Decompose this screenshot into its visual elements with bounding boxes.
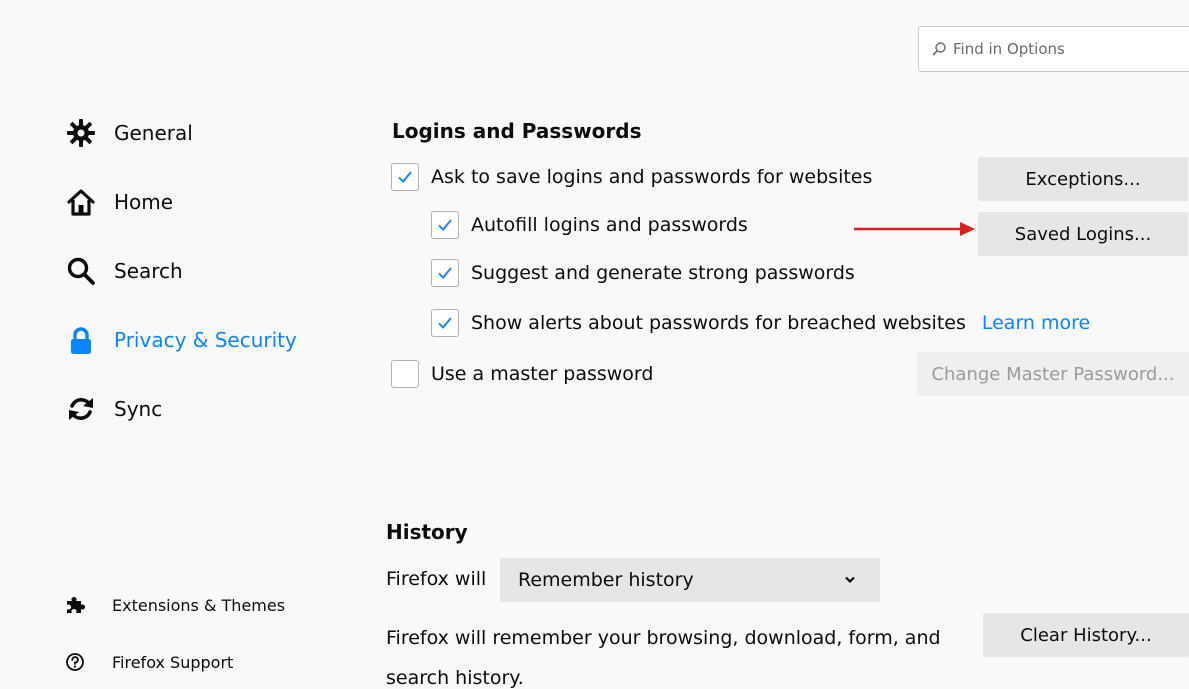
- sidebar-item-label: Extensions & Themes: [112, 595, 286, 615]
- red-arrow-annotation: [854, 222, 975, 236]
- sidebar-item-label: Home: [114, 190, 174, 214]
- sidebar-item-label: Privacy & Security: [114, 328, 297, 352]
- checkmark-icon: [438, 317, 452, 329]
- checkmark-icon: [438, 219, 452, 231]
- suggest-passwords-option: Suggest and generate strong passwords: [431, 259, 855, 287]
- history-section-title: History: [386, 520, 468, 544]
- checkmark-icon: [398, 171, 412, 183]
- master-password-label: Use a master password: [431, 363, 654, 385]
- sidebar-item-search[interactable]: Search: [64, 256, 183, 286]
- sidebar-item-firefox-support[interactable]: Firefox Support: [64, 651, 233, 673]
- exceptions-button[interactable]: Exceptions...: [978, 157, 1188, 201]
- checkmark-icon: [438, 267, 452, 279]
- firefox-will-label: Firefox will: [386, 568, 487, 590]
- sidebar-item-privacy-security[interactable]: Privacy & Security: [64, 325, 297, 355]
- suggest-passwords-label: Suggest and generate strong passwords: [471, 262, 855, 284]
- find-in-options-box[interactable]: [918, 26, 1189, 72]
- history-mode-value: Remember history: [518, 569, 694, 591]
- logins-section-title: Logins and Passwords: [392, 119, 642, 143]
- sidebar-item-label: Firefox Support: [112, 652, 234, 672]
- autofill-label: Autofill logins and passwords: [471, 214, 748, 236]
- master-password-option: Use a master password: [391, 360, 653, 388]
- options-page: General Home Search Privacy & Se: [0, 0, 1189, 689]
- gear-icon: [64, 118, 98, 148]
- help-icon: [64, 651, 86, 673]
- change-master-password-button[interactable]: Change Master Password...: [917, 352, 1189, 396]
- lock-icon: [64, 325, 98, 355]
- history-description: Firefox will remember your browsing, dow…: [386, 627, 941, 689]
- firefox-will-row: Firefox will: [386, 568, 486, 590]
- chevron-down-icon: [845, 576, 855, 584]
- autofill-checkbox[interactable]: [431, 211, 459, 239]
- sync-icon: [64, 394, 98, 424]
- learn-more-link[interactable]: Learn more: [982, 312, 1090, 334]
- clear-history-button[interactable]: Clear History...: [983, 613, 1189, 657]
- breach-alerts-option: Show alerts about passwords for breached…: [431, 309, 1090, 337]
- find-in-options-input[interactable]: [953, 40, 1153, 58]
- suggest-passwords-checkbox[interactable]: [431, 259, 459, 287]
- sidebar-item-general[interactable]: General: [64, 118, 193, 148]
- home-icon: [64, 187, 98, 217]
- history-mode-select[interactable]: Remember history: [500, 558, 880, 602]
- autofill-option: Autofill logins and passwords: [431, 211, 748, 239]
- breach-alerts-checkbox[interactable]: [431, 309, 459, 337]
- sidebar-item-extensions-themes[interactable]: Extensions & Themes: [64, 594, 285, 616]
- sidebar-item-label: Sync: [114, 397, 163, 421]
- search-icon: [932, 42, 946, 56]
- sidebar-item-label: Search: [114, 259, 183, 283]
- saved-logins-button[interactable]: Saved Logins...: [978, 212, 1188, 256]
- sidebar-item-label: General: [114, 121, 193, 145]
- ask-to-save-option: Ask to save logins and passwords for web…: [391, 163, 872, 191]
- ask-to-save-label: Ask to save logins and passwords for web…: [431, 166, 873, 188]
- puzzle-icon: [64, 594, 86, 616]
- sidebar-item-home[interactable]: Home: [64, 187, 173, 217]
- master-password-checkbox[interactable]: [391, 360, 419, 388]
- breach-alerts-label: Show alerts about passwords for breached…: [471, 312, 966, 334]
- search-icon: [64, 256, 98, 286]
- sidebar-item-sync[interactable]: Sync: [64, 394, 162, 424]
- ask-to-save-checkbox[interactable]: [391, 163, 419, 191]
